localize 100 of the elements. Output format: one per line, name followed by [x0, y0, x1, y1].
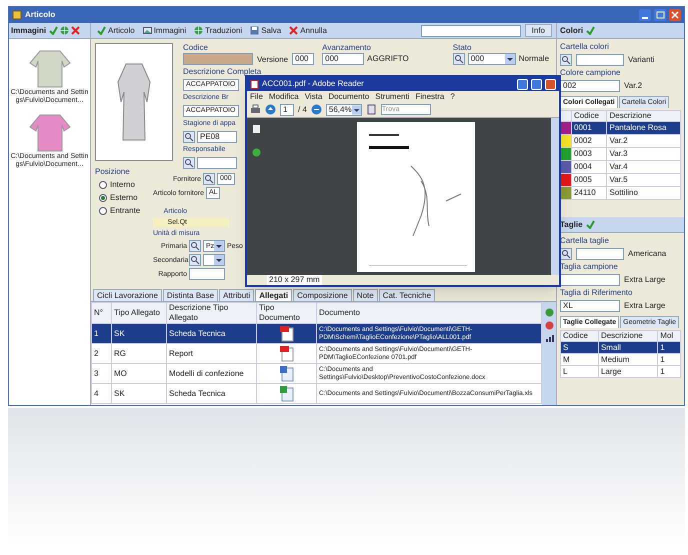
field-label: Cartella taglie [560, 236, 610, 246]
menu-item[interactable]: Finestra [415, 92, 444, 102]
field-text: Extra Large [624, 275, 666, 285]
globe-icon [194, 26, 204, 35]
menu-item[interactable]: Strumenti [375, 92, 410, 102]
globe-icon [60, 26, 70, 35]
dropdown-field[interactable] [203, 254, 225, 266]
field-text: Varianti [628, 55, 655, 65]
dropdown-field[interactable]: 56,4% [326, 104, 362, 116]
column-header[interactable]: Descrizione Tipo Allegato [166, 302, 256, 324]
close-icon [289, 26, 298, 35]
window-title: ACC001.pdf - Adobe Reader [262, 79, 365, 89]
add-icon [544, 308, 554, 317]
tab[interactable]: Attributi [219, 289, 254, 301]
picture-icon [142, 26, 152, 35]
caret-icon [352, 104, 361, 114]
field-text: Versione [257, 55, 288, 65]
text-field[interactable] [560, 274, 620, 286]
lookup-icon [189, 254, 201, 266]
info-button[interactable]: Info [524, 24, 552, 37]
check-icon [97, 26, 106, 35]
toolbar-button[interactable]: Traduzioni [192, 24, 244, 37]
text-field[interactable]: XL [560, 300, 620, 312]
close-button[interactable] [669, 9, 681, 21]
table-cell: 0004 [572, 160, 607, 174]
table-row[interactable]: 0003 Var.3 [560, 148, 680, 160]
text-field[interactable] [576, 248, 624, 260]
arrow-up-icon [265, 104, 276, 115]
text-field[interactable]: 000 [292, 53, 314, 65]
close-button[interactable] [545, 78, 556, 90]
search-field[interactable] [420, 24, 521, 36]
maximize-button[interactable] [654, 9, 666, 21]
menu-item[interactable]: Modifica [268, 92, 299, 102]
field-label: Taglia di Riferimento [560, 288, 634, 298]
radio-option[interactable]: Entrante [95, 206, 140, 216]
check-icon [586, 26, 596, 35]
table-row[interactable]: M Medium 1 [560, 354, 680, 366]
code-field[interactable] [183, 53, 253, 65]
table-row[interactable]: S Small 1 [560, 342, 680, 354]
toolbar-button[interactable]: Articolo [95, 24, 137, 37]
radio-option[interactable]: Interno [95, 180, 135, 190]
text-field[interactable]: 002 [560, 80, 620, 92]
text-field[interactable] [197, 157, 237, 169]
lookup-icon [203, 173, 216, 185]
toolbar-button[interactable]: Annulla [287, 24, 329, 37]
radio-option[interactable]: Esterno [95, 193, 138, 203]
table-cell: Var.5 [606, 174, 680, 186]
tab[interactable]: Cat. Tecniche [378, 289, 436, 301]
menu-item[interactable]: File [250, 92, 263, 102]
menu-item[interactable]: Vista [304, 92, 322, 102]
text-field[interactable]: 1 [280, 104, 294, 116]
page-size: 210 x 297 mm [267, 275, 322, 285]
column-header[interactable]: Documento [316, 302, 542, 324]
table-row[interactable]: 0004 Var.4 [560, 160, 680, 174]
minimize-button[interactable] [517, 78, 528, 90]
toolbar-button[interactable]: Salva [248, 24, 284, 37]
table-row[interactable]: 0001 Pantalone Rosa [560, 122, 680, 134]
attachment-icon [252, 148, 260, 157]
lookup-icon [183, 131, 195, 143]
menu-item[interactable]: ? [450, 92, 455, 102]
toolbar-button[interactable]: Immagini [140, 24, 188, 37]
tab[interactable]: Distinta Base [162, 289, 218, 301]
table-cell: 2 [92, 344, 112, 364]
text-field[interactable] [189, 268, 225, 280]
field-text: Extra Large [624, 301, 666, 311]
table-cell: 0001 [572, 122, 607, 134]
column-header[interactable]: Descrizione [598, 330, 658, 342]
table-cell: 24110 [572, 186, 607, 200]
menu-item[interactable]: Documento [328, 92, 370, 102]
table-cell: Scheda Tecnica [166, 324, 256, 344]
tab[interactable]: Allegati [255, 289, 292, 301]
table-cell: Modelli di confezione [166, 364, 256, 384]
maximize-icon [655, 10, 665, 20]
caret-icon [214, 241, 224, 251]
lookup-icon [189, 240, 201, 252]
table-cell: 0002 [572, 134, 607, 148]
tab[interactable]: Cicli Lavorazione [93, 289, 162, 301]
tab[interactable]: Composizione [293, 289, 352, 301]
table-cell: Small [598, 342, 658, 354]
text-field[interactable] [576, 54, 624, 66]
column-header[interactable]: Codice [560, 330, 598, 342]
column-header[interactable]: Descrizione [606, 110, 680, 122]
table-row[interactable]: L Large 1 [560, 366, 680, 378]
lookup-icon [452, 53, 465, 65]
dropdown-field[interactable]: 000 [468, 53, 516, 65]
text-field[interactable]: 000 [322, 53, 364, 65]
field-label: Cartella colori [560, 42, 610, 52]
table-cell: Var.2 [606, 134, 680, 148]
table-row[interactable]: 0005 Var.5 [560, 174, 680, 186]
field-text: AGGRIFTO [367, 54, 409, 64]
table-cell: Large [598, 366, 658, 378]
text-field[interactable]: PE08 [197, 131, 237, 143]
table-row[interactable]: 24110 Sottilino [560, 186, 680, 200]
column-header[interactable]: N° [92, 302, 112, 324]
table-cell: 4 [92, 384, 112, 404]
field-label: Posizione [95, 167, 130, 177]
tab[interactable]: Note [352, 289, 378, 301]
minimize-button[interactable] [639, 9, 651, 21]
maximize-button[interactable] [531, 78, 542, 90]
table-row[interactable]: 0002 Var.2 [560, 134, 680, 148]
